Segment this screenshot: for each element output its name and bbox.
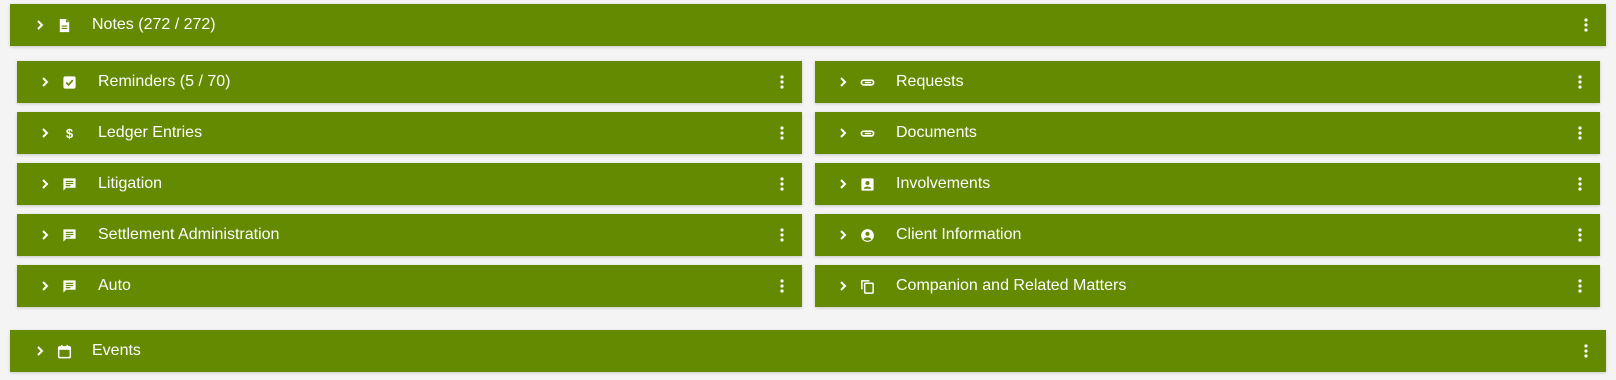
panel-title: Ledger Entries [98, 124, 203, 141]
panel-litigation[interactable]: Litigation [17, 163, 802, 205]
chevron-right-icon[interactable] [39, 214, 51, 256]
chevron-right-icon[interactable] [39, 265, 51, 307]
calendar-icon [57, 330, 72, 372]
more-vert-icon[interactable] [1578, 330, 1594, 372]
more-vert-icon[interactable] [774, 265, 790, 307]
svg-text:$: $ [66, 126, 74, 141]
panel-title: Litigation [98, 175, 163, 192]
more-vert-icon[interactable] [774, 112, 790, 154]
panel-title: Documents [896, 124, 977, 141]
document-icon [57, 4, 72, 46]
panel-title: Events [92, 342, 141, 359]
panel-ledger-entries[interactable]: $ Ledger Entries [17, 112, 802, 154]
panel-notes[interactable]: Notes (272 / 272) [10, 4, 1606, 46]
dollar-icon: $ [62, 112, 77, 154]
panel-title: Involvements [896, 175, 991, 192]
panel-requests[interactable]: Requests [815, 61, 1600, 103]
contact-card-icon [860, 163, 875, 205]
more-vert-icon[interactable] [774, 61, 790, 103]
panel-title: Settlement Administration [98, 226, 280, 243]
panel-title: Auto [98, 277, 131, 294]
panel-companion-related-matters[interactable]: Companion and Related Matters [815, 265, 1600, 307]
more-vert-icon[interactable] [1572, 112, 1588, 154]
panel-involvements[interactable]: Involvements [815, 163, 1600, 205]
more-vert-icon[interactable] [1572, 61, 1588, 103]
panel-client-information[interactable]: Client Information [815, 214, 1600, 256]
comment-icon [62, 163, 77, 205]
panel-events[interactable]: Events [10, 330, 1606, 372]
more-vert-icon[interactable] [1572, 214, 1588, 256]
chevron-right-icon[interactable] [837, 61, 849, 103]
panel-settlement-administration[interactable]: Settlement Administration [17, 214, 802, 256]
panel-title: Client Information [896, 226, 1022, 243]
chevron-right-icon[interactable] [837, 265, 849, 307]
account-circle-icon [860, 214, 875, 256]
chevron-right-icon[interactable] [34, 330, 46, 372]
panel-title: Companion and Related Matters [896, 277, 1127, 294]
attachment-icon [860, 61, 875, 103]
chevron-right-icon[interactable] [837, 163, 849, 205]
panel-auto[interactable]: Auto [17, 265, 802, 307]
comment-icon [62, 214, 77, 256]
attachment-icon [860, 112, 875, 154]
more-vert-icon[interactable] [1572, 163, 1588, 205]
panel-title: Notes (272 / 272) [92, 16, 216, 33]
panel-title: Reminders (5 / 70) [98, 73, 231, 90]
panel-reminders[interactable]: Reminders (5 / 70) [17, 61, 802, 103]
chevron-right-icon[interactable] [39, 61, 51, 103]
chevron-right-icon[interactable] [837, 112, 849, 154]
more-vert-icon[interactable] [774, 214, 790, 256]
comment-icon [62, 265, 77, 307]
chevron-right-icon[interactable] [837, 214, 849, 256]
chevron-right-icon[interactable] [39, 163, 51, 205]
checkbox-icon [62, 61, 77, 103]
chevron-right-icon[interactable] [39, 112, 51, 154]
panel-title: Requests [896, 73, 964, 90]
more-vert-icon[interactable] [1578, 4, 1594, 46]
more-vert-icon[interactable] [1572, 265, 1588, 307]
panel-documents[interactable]: Documents [815, 112, 1600, 154]
copy-icon [860, 265, 875, 307]
more-vert-icon[interactable] [774, 163, 790, 205]
chevron-right-icon[interactable] [34, 4, 46, 46]
